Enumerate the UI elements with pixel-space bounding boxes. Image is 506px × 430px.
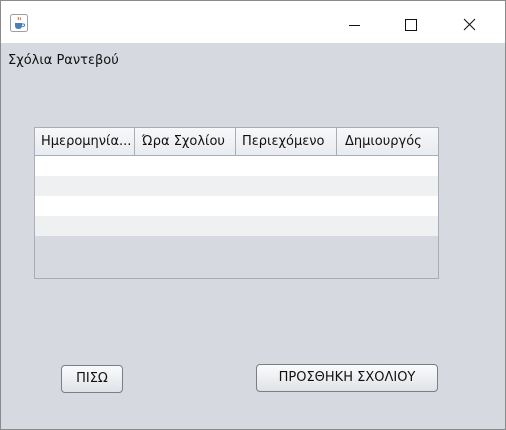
minimize-button[interactable] [325, 1, 383, 43]
java-cup-icon[interactable] [10, 14, 28, 32]
comments-table[interactable]: Ημερομηνία... Ώρα Σχολίου Περιεχόμενο Δη… [34, 127, 439, 279]
table-row[interactable] [35, 176, 438, 196]
column-header-creator[interactable]: Δημιουργός [337, 128, 438, 155]
column-header-time[interactable]: Ώρα Σχολίου [135, 128, 236, 155]
table-row[interactable] [35, 156, 438, 176]
close-button[interactable] [441, 1, 499, 43]
page-title: Σχόλια Ραντεβού [8, 53, 119, 68]
table-row[interactable] [35, 196, 438, 216]
column-header-date[interactable]: Ημερομηνία... [35, 128, 135, 155]
table-row[interactable] [35, 216, 438, 236]
back-button[interactable]: ΠΙΣΩ [61, 365, 123, 393]
column-header-content[interactable]: Περιεχόμενο [236, 128, 337, 155]
maximize-button[interactable] [383, 1, 441, 43]
title-bar[interactable] [1, 1, 505, 43]
maximize-icon [405, 19, 417, 31]
table-header: Ημερομηνία... Ώρα Σχολίου Περιεχόμενο Δη… [35, 128, 438, 156]
app-window: Σχόλια Ραντεβού Ημερομηνία... Ώρα Σχολίο… [0, 0, 506, 430]
minimize-icon [349, 25, 360, 26]
close-icon [463, 18, 476, 31]
add-comment-button[interactable]: ΠΡΟΣΘΗΚΗ ΣΧΟΛΙΟΥ [256, 364, 438, 392]
